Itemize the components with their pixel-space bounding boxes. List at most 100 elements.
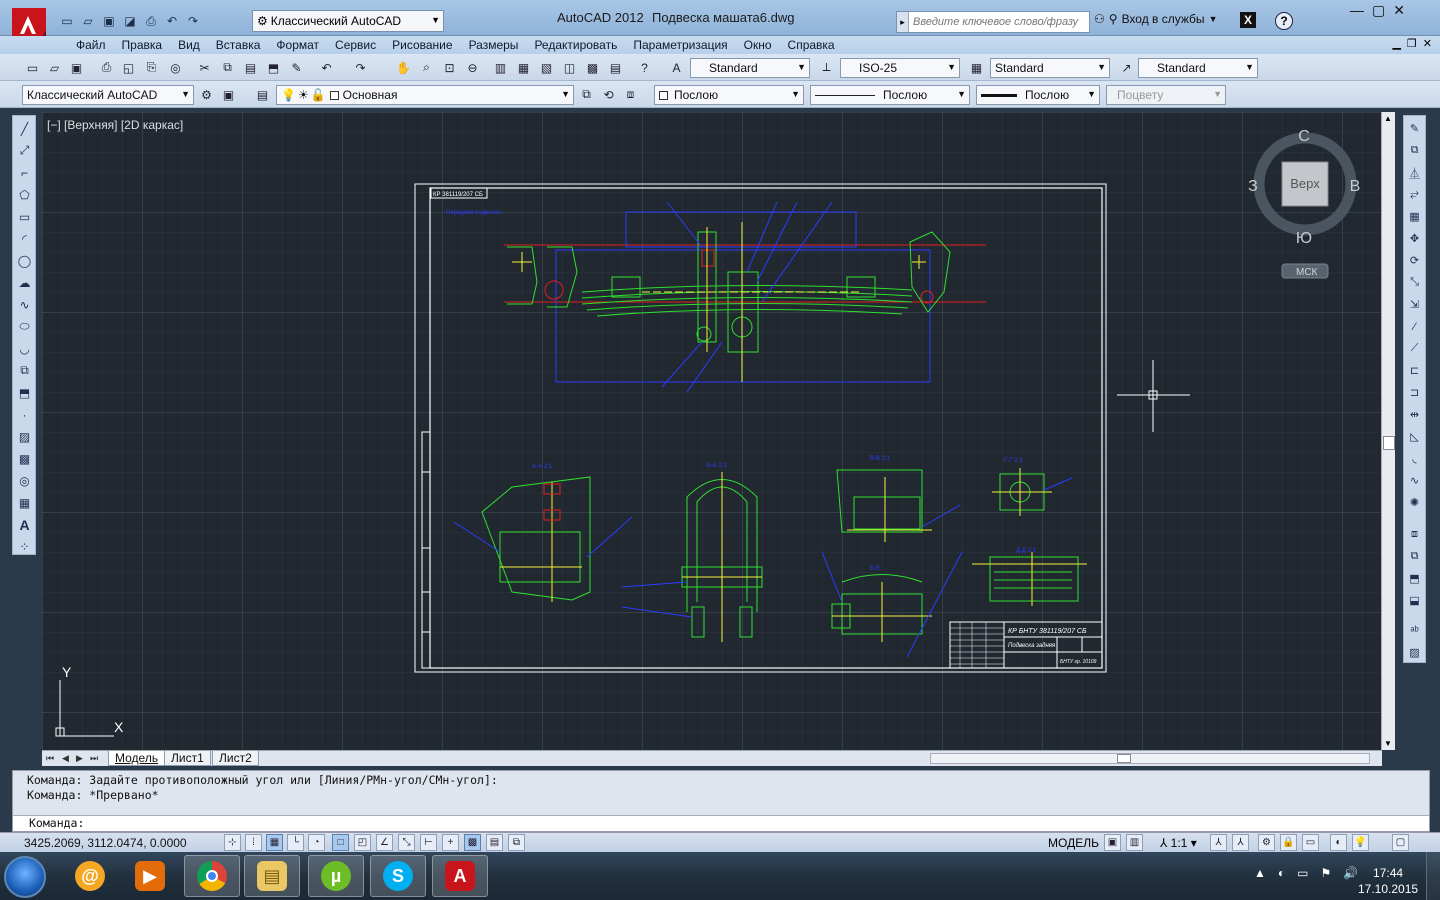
- lineweight-select[interactable]: Послою ▼: [976, 85, 1100, 105]
- break-icon[interactable]: ⊐: [1406, 384, 1423, 401]
- workspace-switching-icon[interactable]: ⚙: [1258, 834, 1275, 851]
- help-icon[interactable]: ?: [636, 59, 653, 76]
- text-style-icon[interactable]: A: [668, 59, 685, 76]
- model-space-toggle[interactable]: МОДЕЛЬ: [1048, 836, 1099, 850]
- binoculars-icon[interactable]: ⚇: [1094, 12, 1105, 26]
- zoom-window-icon[interactable]: ⊡: [441, 59, 458, 76]
- lineweight-icon[interactable]: +: [442, 834, 459, 851]
- ortho-icon[interactable]: └: [287, 834, 304, 851]
- mirror-icon[interactable]: ⏅: [1406, 164, 1423, 181]
- xline-icon[interactable]: ⤢: [16, 142, 33, 159]
- text-front-icon[interactable]: ᵃᵇ: [1406, 622, 1423, 639]
- menu-view[interactable]: Вид: [170, 38, 208, 52]
- sheetset-icon[interactable]: ◫: [561, 59, 578, 76]
- preview-icon[interactable]: ◱: [120, 59, 137, 76]
- fillet-icon[interactable]: ◟: [1406, 450, 1423, 467]
- tab-prev-icon[interactable]: ◀: [62, 753, 69, 764]
- polyline-icon[interactable]: ⌐: [16, 164, 33, 181]
- selection-cycling-icon[interactable]: ⧉: [508, 834, 525, 851]
- expand-icon[interactable]: ▸: [897, 12, 909, 32]
- tab-first-icon[interactable]: ⏮: [46, 753, 54, 764]
- menu-file[interactable]: Файл: [68, 38, 114, 52]
- scroll-up-icon[interactable]: ▲: [1384, 114, 1392, 123]
- new-icon[interactable]: ▭: [24, 59, 41, 76]
- zoom-realtime-icon[interactable]: ⌕: [418, 59, 435, 76]
- clean-screen-icon[interactable]: ▢: [1392, 834, 1409, 851]
- layer-state-icon[interactable]: ⧈: [622, 86, 639, 103]
- transparency-icon[interactable]: ▩: [464, 834, 481, 851]
- make-current-icon[interactable]: ⧉: [578, 86, 595, 103]
- layer-previous-icon[interactable]: ⟲: [600, 86, 617, 103]
- model-viewport[interactable]: КР 381119/207 СБ Передняя подвеска А-А 2…: [42, 112, 1382, 750]
- mleader-style-icon[interactable]: ↗: [1118, 59, 1135, 76]
- menu-dimension[interactable]: Размеры: [461, 38, 527, 52]
- help-icon[interactable]: ?: [1275, 12, 1293, 30]
- hardware-acceleration-icon[interactable]: ▭: [1302, 834, 1319, 851]
- toolbar-lock-icon[interactable]: 🔒: [1280, 834, 1297, 851]
- toolpalettes-icon[interactable]: ▧: [538, 59, 555, 76]
- auto-scale-icon[interactable]: ⅄: [1232, 834, 1249, 851]
- dynamic-ucs-icon[interactable]: ⤡: [398, 834, 415, 851]
- viewcube[interactable]: [1253, 132, 1357, 279]
- taskbar-mail-agent[interactable]: @: [62, 855, 118, 897]
- menu-tools[interactable]: Сервис: [327, 38, 384, 52]
- object-snap-tracking-icon[interactable]: ∠: [376, 834, 393, 851]
- grid-icon[interactable]: ▦: [266, 834, 283, 851]
- 3dprint-icon[interactable]: ◎: [167, 59, 184, 76]
- redo-icon[interactable]: ↷: [352, 59, 369, 76]
- gear-icon[interactable]: ⚙: [198, 86, 215, 103]
- minimize-button[interactable]: —: [1350, 2, 1364, 19]
- taskbar-clock[interactable]: 17:44 17.10.2015: [1358, 865, 1418, 897]
- viewport-controls-label[interactable]: [−] [Верхняя] [2D каркас]: [47, 118, 183, 132]
- scroll-down-icon[interactable]: ▼: [1384, 739, 1392, 748]
- circle-icon[interactable]: ◯: [16, 252, 33, 269]
- blend-icon[interactable]: ∿: [1406, 472, 1423, 489]
- scale-icon[interactable]: ⤡: [1406, 274, 1423, 291]
- taskbar-skype[interactable]: S: [370, 855, 426, 897]
- menu-modify[interactable]: Редактировать: [526, 38, 625, 52]
- tray-network-icon[interactable]: ◐: [1278, 866, 1285, 880]
- horizontal-scrollbar[interactable]: [930, 753, 1370, 764]
- open-icon[interactable]: ▱: [79, 12, 97, 30]
- tab-sheet2[interactable]: Лист2: [212, 751, 259, 766]
- saveas-icon[interactable]: ◪: [121, 12, 139, 30]
- infer-constraints-icon[interactable]: ⊹: [224, 834, 241, 851]
- quick-view-drawings-icon[interactable]: ▥: [1126, 834, 1143, 851]
- ellipse-icon[interactable]: ⬭: [16, 318, 33, 335]
- menu-format[interactable]: Формат: [268, 38, 327, 52]
- menu-parametric[interactable]: Параметризация: [625, 38, 735, 52]
- annotation-visibility-icon[interactable]: ⅄: [1210, 834, 1227, 851]
- quick-view-layouts-icon[interactable]: ▣: [1104, 834, 1121, 851]
- polygon-icon[interactable]: ⬠: [16, 186, 33, 203]
- gradient-icon[interactable]: ▩: [16, 450, 33, 467]
- coordinates-readout[interactable]: 3425.2069, 3112.0474, 0.0000: [24, 836, 187, 850]
- tray-expand-icon[interactable]: ▲: [1254, 866, 1266, 880]
- dynamic-input-icon[interactable]: ⊢: [420, 834, 437, 851]
- menu-insert[interactable]: Вставка: [208, 38, 269, 52]
- doc-minimize-button[interactable]: ▁: [1392, 37, 1400, 50]
- stretch-icon[interactable]: ⇲: [1406, 296, 1423, 313]
- doc-close-button[interactable]: ✕: [1423, 37, 1432, 50]
- point-icon[interactable]: ·: [16, 406, 33, 423]
- pan-icon[interactable]: ✋: [395, 59, 412, 76]
- start-button[interactable]: [4, 856, 46, 898]
- object-snap-icon[interactable]: □: [332, 834, 349, 851]
- show-desktop-button[interactable]: [1426, 852, 1440, 900]
- undo-icon[interactable]: ↶: [318, 59, 335, 76]
- signin-button[interactable]: ⚇ ⚲ Вход в службы ▼: [1094, 12, 1217, 26]
- mleader-style-select[interactable]: Standard ▼: [1138, 58, 1258, 78]
- menu-help[interactable]: Справка: [780, 38, 843, 52]
- break-point-icon[interactable]: ⊏: [1406, 362, 1423, 379]
- markup-icon[interactable]: ▩: [584, 59, 601, 76]
- close-button[interactable]: ✕: [1393, 2, 1405, 19]
- bulb-status-icon[interactable]: 💡: [1352, 834, 1369, 851]
- workspace-settings-icon[interactable]: ▣: [220, 86, 237, 103]
- annotation-scale[interactable]: ⅄ 1:1 ▾: [1160, 836, 1197, 850]
- hatch-icon[interactable]: ▨: [16, 428, 33, 445]
- taskbar-media-player[interactable]: ▶: [122, 855, 178, 897]
- offset-icon[interactable]: ⥂: [1406, 186, 1423, 203]
- chamfer-icon[interactable]: ◺: [1406, 428, 1423, 445]
- quick-properties-icon[interactable]: ▤: [486, 834, 503, 851]
- menu-edit[interactable]: Правка: [114, 38, 171, 52]
- revcloud-icon[interactable]: ☁: [16, 274, 33, 291]
